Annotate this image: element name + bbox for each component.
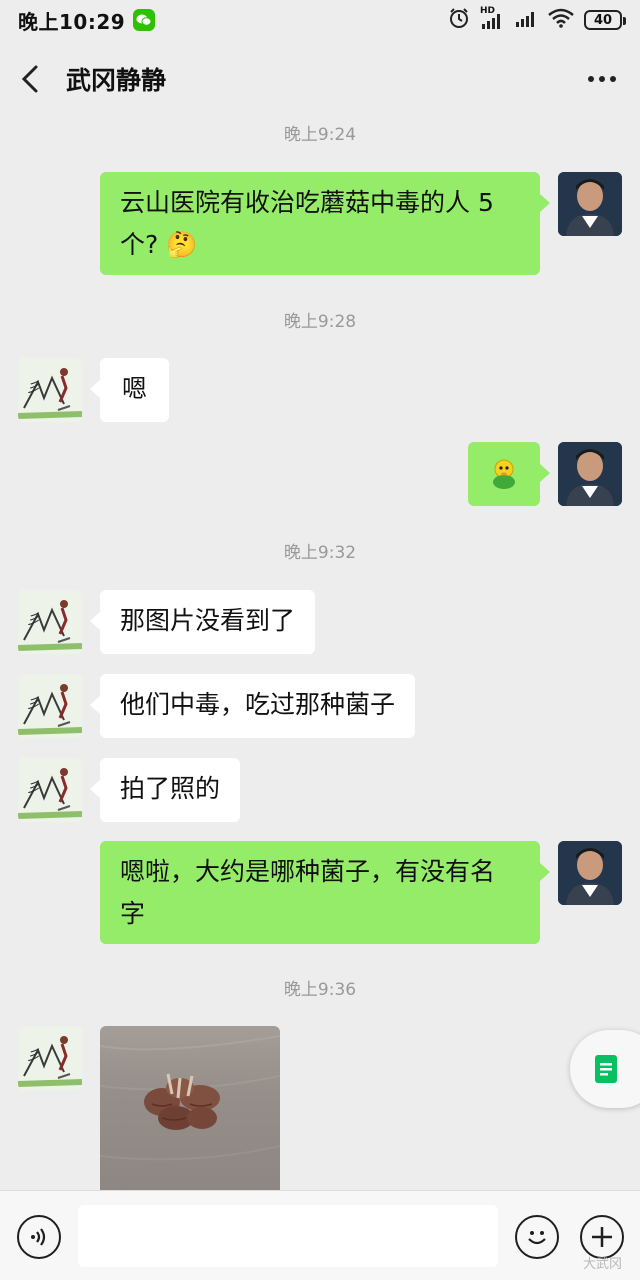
message-text: 那图片没看到了 — [120, 606, 296, 635]
input-bar: 大武冈 — [0, 1190, 640, 1280]
status-time: 晚上10:29 — [18, 9, 126, 34]
message-text: 他们中毒，吃过那种菌子 — [120, 690, 396, 719]
message-bubble-incoming[interactable]: 拍了照的 — [89, 758, 241, 822]
plus-icon — [592, 1227, 612, 1247]
signal-icon — [514, 8, 538, 33]
document-icon — [595, 1055, 617, 1083]
message-bubble-outgoing[interactable]: 嗯啦，大约是哪种菌子，有没有名 字 — [100, 841, 550, 944]
contact-avatar[interactable]: 彡 — [18, 590, 82, 654]
status-icons: HD 40 — [448, 6, 626, 34]
contact-avatar[interactable]: 彡 — [18, 358, 82, 422]
chat-header: 武冈静静 — [0, 40, 640, 118]
contact-avatar[interactable]: 彡 — [18, 1026, 82, 1090]
message-bubble-outgoing[interactable]: 云山医院有收治吃蘑菇中毒的人 5 个? 🤔 — [100, 172, 550, 275]
svg-text:彡: 彡 — [26, 1048, 40, 1064]
smiley-icon — [528, 1231, 546, 1245]
timestamp: 晚上9:24 — [283, 125, 357, 145]
chevron-left-icon — [21, 65, 38, 93]
battery-indicator: 40 — [584, 10, 626, 30]
status-bar: 晚上10:29 HD 40 — [0, 0, 640, 40]
message-bubble-incoming[interactable]: 那图片没看到了 — [89, 590, 316, 654]
message-text: 字 — [120, 899, 146, 928]
message-bubble-incoming[interactable]: 嗯 — [89, 358, 170, 422]
svg-text:彡: 彡 — [26, 380, 40, 396]
my-avatar[interactable] — [558, 172, 622, 236]
message-bubble-incoming[interactable]: 他们中毒，吃过那种菌子 — [89, 674, 416, 738]
svg-text:彡: 彡 — [26, 696, 40, 712]
voice-icon — [31, 1228, 46, 1246]
dot-icon — [610, 76, 616, 82]
my-avatar[interactable] — [558, 841, 622, 905]
alarm-icon — [448, 7, 470, 34]
contact-avatar[interactable]: 彡 — [18, 758, 82, 822]
svg-text:彡: 彡 — [26, 612, 40, 628]
timestamp: 晚上9:32 — [283, 543, 357, 563]
image-message[interactable] — [100, 1026, 280, 1196]
timestamp: 晚上9:28 — [283, 312, 357, 332]
network-label: HD — [480, 6, 496, 16]
message-text: 嗯啦，大约是哪种菌子，有没有名 — [120, 857, 496, 886]
emoji-button[interactable] — [515, 1215, 559, 1259]
contact-avatar[interactable]: 彡 — [18, 674, 82, 738]
chat-title: 武冈静静 — [66, 66, 167, 95]
wifi-icon — [548, 8, 574, 33]
message-text: 嗯 — [122, 374, 148, 403]
voice-input-button[interactable] — [17, 1215, 61, 1259]
more-options-button[interactable] — [584, 66, 620, 92]
timestamp: 晚上9:36 — [283, 980, 357, 1000]
floating-note-button[interactable] — [570, 1030, 640, 1108]
message-input[interactable] — [78, 1205, 498, 1267]
message-text: 个? 🤔 — [120, 230, 198, 259]
watermark: 大武冈 — [582, 1257, 622, 1272]
green-chick-emoji-icon — [493, 459, 515, 489]
mushroom-photo-icon — [100, 1035, 280, 1161]
dot-icon — [588, 76, 594, 82]
message-text: 云山医院有收治吃蘑菇中毒的人 5 — [120, 188, 494, 217]
my-avatar[interactable] — [558, 442, 622, 506]
dot-icon — [599, 76, 605, 82]
signal-hd-icon: HD — [480, 6, 504, 30]
sticker-bubble-outgoing[interactable] — [468, 442, 550, 506]
back-button[interactable] — [20, 59, 50, 99]
wechat-icon — [133, 9, 156, 31]
svg-text:彡: 彡 — [26, 780, 40, 796]
message-text: 拍了照的 — [120, 774, 221, 803]
